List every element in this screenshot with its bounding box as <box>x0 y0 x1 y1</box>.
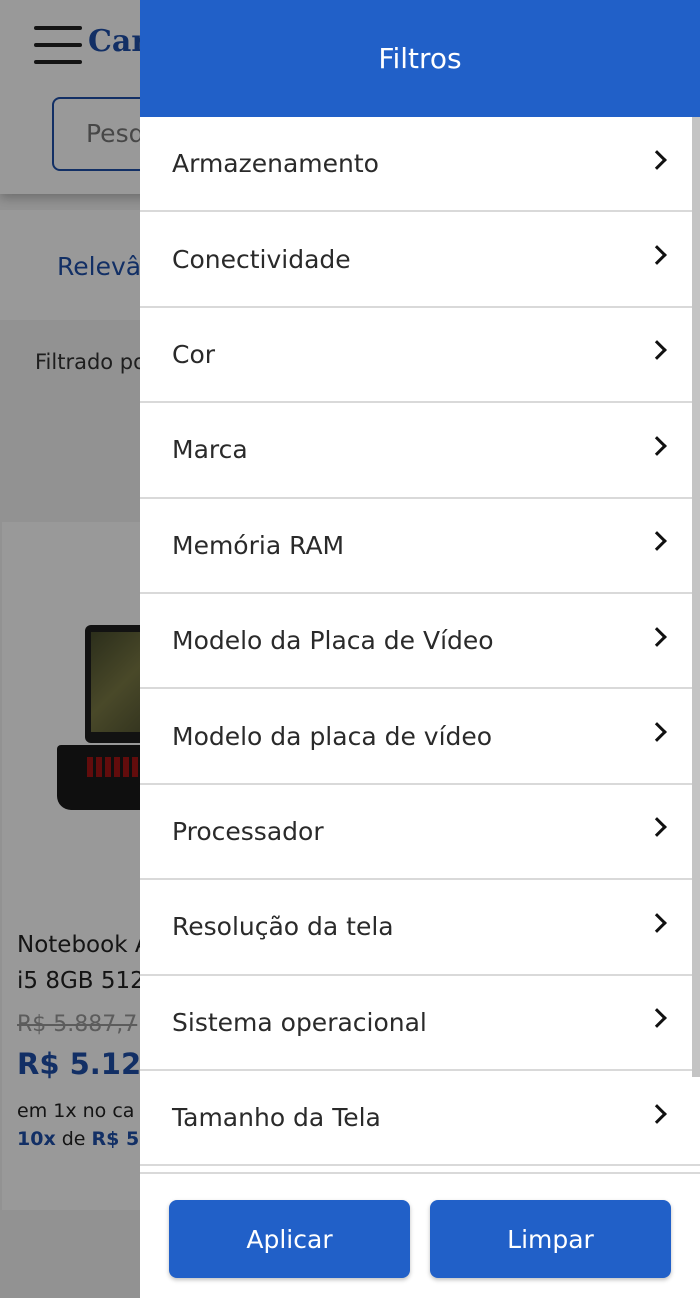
filter-item-label: Tamanho da Tela <box>172 1103 381 1133</box>
scrollbar[interactable] <box>692 117 700 1077</box>
filter-item-label: Conectividade <box>172 244 351 274</box>
drawer-footer: Aplicar Limpar <box>140 1172 700 1298</box>
filter-item-sistema-operacional[interactable]: Sistema operacional <box>140 976 700 1071</box>
filter-item-memoria-ram[interactable]: Memória RAM <box>140 499 700 594</box>
chevron-right-icon <box>647 722 667 742</box>
filter-list: Armazenamento Conectividade Cor Marca Me… <box>140 117 700 1167</box>
filter-item-tamanho-tela[interactable]: Tamanho da Tela <box>140 1071 700 1167</box>
filter-item-processador[interactable]: Processador <box>140 785 700 881</box>
chevron-right-icon <box>647 817 667 838</box>
filter-item-label: Processador <box>172 816 324 846</box>
filter-item-modelo-placa-video-2[interactable]: Modelo da placa de vídeo <box>140 689 700 785</box>
apply-button[interactable]: Aplicar <box>169 1200 410 1278</box>
chevron-right-icon <box>647 149 667 170</box>
chevron-right-icon <box>647 1008 667 1029</box>
filter-drawer: Filtros Armazenamento Conectividade Cor … <box>140 0 700 1298</box>
filter-item-label: Sistema operacional <box>172 1007 427 1037</box>
filter-item-armazenamento[interactable]: Armazenamento <box>140 117 700 213</box>
filter-item-cor[interactable]: Cor <box>140 308 700 404</box>
filter-item-resolucao-tela[interactable]: Resolução da tela <box>140 880 700 976</box>
drawer-title: Filtros <box>140 0 700 117</box>
chevron-right-icon <box>647 912 667 933</box>
filter-item-label: Modelo da Placa de Vídeo <box>172 626 494 656</box>
filter-item-label: Cor <box>172 339 216 369</box>
clear-button[interactable]: Limpar <box>430 1200 671 1278</box>
filter-item-label: Armazenamento <box>172 149 379 179</box>
filter-item-label: Modelo da placa de vídeo <box>172 721 493 751</box>
filter-item-label: Resolução da tela <box>172 912 394 942</box>
filter-item-conectividade[interactable]: Conectividade <box>140 212 700 308</box>
chevron-right-icon <box>647 626 667 647</box>
chevron-right-icon <box>647 435 667 456</box>
chevron-right-icon <box>647 245 667 265</box>
filter-item-marca[interactable]: Marca <box>140 403 700 499</box>
filter-item-label: Marca <box>172 435 248 465</box>
chevron-right-icon <box>647 340 667 361</box>
chevron-right-icon <box>647 1103 667 1124</box>
filter-item-modelo-placa-video[interactable]: Modelo da Placa de Vídeo <box>140 594 700 690</box>
filter-item-label: Memória RAM <box>172 530 345 560</box>
chevron-right-icon <box>647 531 667 552</box>
